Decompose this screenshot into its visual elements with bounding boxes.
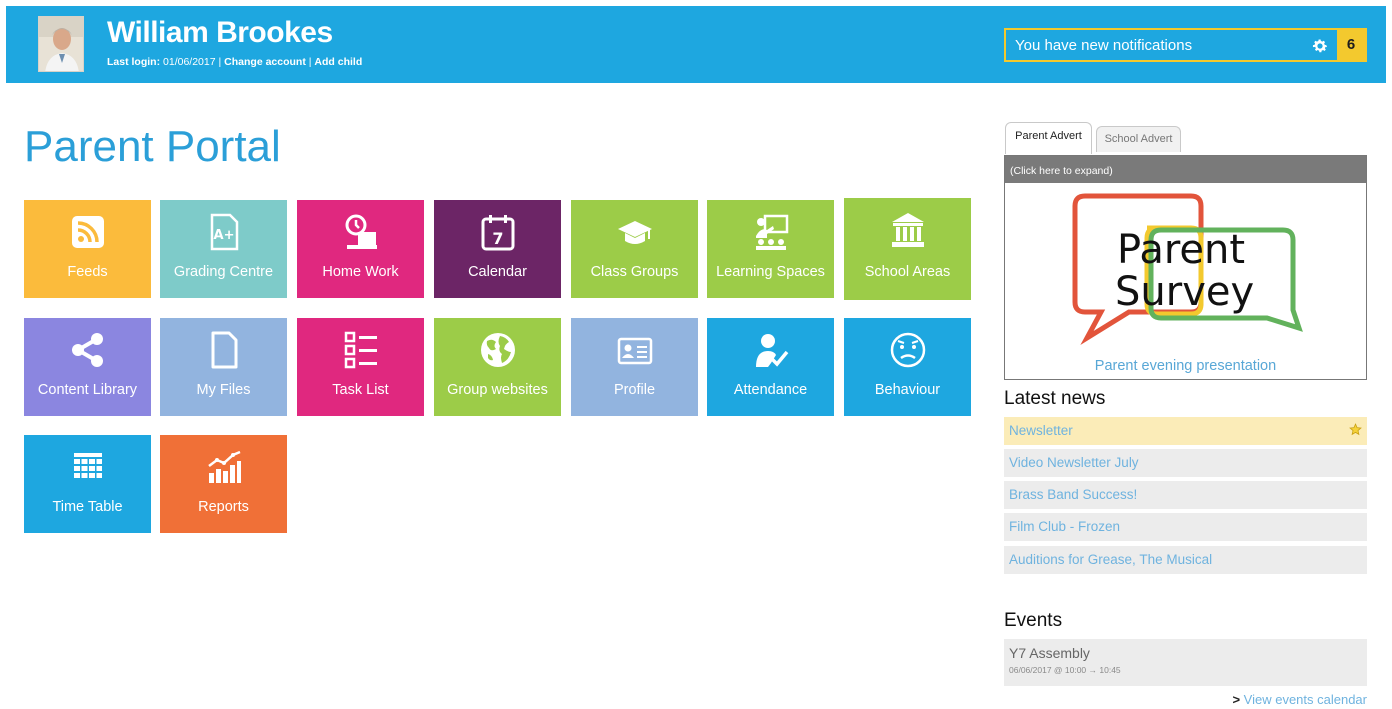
tile-label: Time Table (52, 499, 123, 515)
header-bar: William Brookes Last login: 01/06/2017 |… (6, 6, 1386, 83)
event-item[interactable]: Y7 Assembly 06/06/2017 @ 10:00 → 10:45 (1004, 639, 1367, 686)
tile-class-groups[interactable]: Class Groups (571, 200, 698, 298)
tile-time-table[interactable]: Time Table (24, 435, 151, 533)
tile-label: Calendar (468, 264, 527, 280)
tile-reports[interactable]: Reports (160, 435, 287, 533)
face-icon (888, 330, 928, 370)
news-item-video-newsletter[interactable]: Video Newsletter July (1004, 449, 1367, 477)
parent-survey-image[interactable]: Parent Survey (1067, 188, 1307, 356)
notifications-bar[interactable]: You have new notifications 6 (1004, 28, 1367, 62)
grid-icon (68, 447, 108, 487)
news-item-film-club[interactable]: Film Club - Frozen (1004, 513, 1367, 541)
tile-home-work[interactable]: Home Work (297, 200, 424, 298)
tile-calendar[interactable]: 7 Calendar (434, 200, 561, 298)
tile-label: Feeds (67, 264, 108, 280)
globe-icon (478, 330, 518, 370)
star-icon (1349, 423, 1362, 436)
user-name: William Brookes (107, 16, 333, 49)
add-child-link[interactable]: Add child (314, 56, 362, 68)
expand-advert-bar[interactable]: (Click here to expand) (1005, 156, 1366, 183)
share-icon (68, 330, 108, 370)
news-item-label: Video Newsletter July (1009, 455, 1139, 470)
tile-label: Home Work (322, 264, 399, 280)
tile-label: Group websites (447, 382, 548, 398)
tile-grading-centre[interactable]: A+ Grading Centre (160, 200, 287, 298)
separator: | (308, 56, 312, 68)
account-links: Last login: 01/06/2017 | Change account … (107, 55, 362, 69)
graduation-cap-icon (615, 212, 655, 252)
tile-label: Attendance (733, 382, 808, 398)
svg-text:7: 7 (492, 229, 503, 248)
news-item-newsletter[interactable]: Newsletter (1004, 417, 1367, 445)
person-check-icon (751, 330, 791, 370)
page-title: Parent Portal (24, 122, 281, 171)
event-time: 06/06/2017 @ 10:00 → 10:45 (1009, 665, 1121, 675)
tile-label: Grading Centre (173, 264, 274, 280)
tile-label: My Files (196, 382, 251, 398)
grade-document-icon: A+ (204, 212, 244, 252)
advert-caption[interactable]: Parent evening presentation (1005, 358, 1366, 374)
advert-line1: Parent (1117, 227, 1245, 273)
news-item-label: Newsletter (1009, 423, 1073, 438)
avatar[interactable] (38, 16, 84, 72)
chevron-right-icon: > (1232, 692, 1241, 707)
tab-school-advert[interactable]: School Advert (1096, 126, 1181, 152)
tile-label: Content Library (37, 382, 138, 398)
rss-icon (68, 212, 108, 252)
tile-label: Task List (332, 382, 389, 398)
tile-my-files[interactable]: My Files (160, 318, 287, 416)
checklist-icon (341, 330, 381, 370)
classroom-icon (751, 212, 791, 252)
gear-icon[interactable] (1311, 37, 1329, 55)
event-title: Y7 Assembly (1009, 645, 1090, 661)
advert-panel: (Click here to expand) Parent Survey Par… (1004, 155, 1367, 380)
last-login-label: Last login: (107, 56, 161, 68)
notification-count-badge[interactable]: 6 (1337, 30, 1365, 60)
tab-parent-advert[interactable]: Parent Advert (1005, 122, 1092, 154)
tile-attendance[interactable]: Attendance (707, 318, 834, 416)
id-card-icon (615, 330, 655, 370)
events-title: Events (1004, 610, 1063, 631)
file-icon (204, 330, 244, 370)
tile-task-list[interactable]: Task List (297, 318, 424, 416)
tile-label: School Areas (864, 264, 951, 280)
view-events-calendar-link[interactable]: > View events calendar (1232, 692, 1367, 707)
tile-feeds[interactable]: Feeds (24, 200, 151, 298)
homework-desk-icon (341, 212, 381, 252)
view-calendar-label: View events calendar (1243, 692, 1367, 707)
tile-profile[interactable]: Profile (571, 318, 698, 416)
advert-line2: Survey (1115, 269, 1254, 315)
separator: | (218, 56, 222, 68)
news-item-auditions[interactable]: Auditions for Grease, The Musical (1004, 546, 1367, 574)
tile-label: Profile (613, 382, 656, 398)
svg-text:A+: A+ (213, 228, 234, 243)
news-item-brass-band[interactable]: Brass Band Success! (1004, 481, 1367, 509)
news-item-label: Film Club - Frozen (1009, 519, 1121, 534)
latest-news-title: Latest news (1004, 388, 1106, 409)
tile-behaviour[interactable]: Behaviour (844, 318, 971, 416)
change-account-link[interactable]: Change account (224, 56, 306, 68)
tile-label: Class Groups (590, 264, 679, 280)
tile-school-areas[interactable]: School Areas (844, 198, 971, 300)
calendar-icon: 7 (478, 212, 518, 252)
notifications-text: You have new notifications (1015, 37, 1193, 54)
parent-portal-page: William Brookes Last login: 01/06/2017 |… (0, 0, 1392, 709)
bar-chart-icon (204, 447, 244, 487)
tile-learning-spaces[interactable]: Learning Spaces (707, 200, 834, 298)
tile-group-websites[interactable]: Group websites (434, 318, 561, 416)
tile-content-library[interactable]: Content Library (24, 318, 151, 416)
tile-label: Reports (198, 499, 249, 515)
news-item-label: Brass Band Success! (1009, 487, 1138, 502)
tile-label: Learning Spaces (716, 264, 825, 280)
tile-label: Behaviour (874, 382, 941, 398)
news-item-label: Auditions for Grease, The Musical (1009, 552, 1213, 567)
last-login-date: 01/06/2017 (163, 56, 216, 68)
building-icon (888, 210, 928, 250)
